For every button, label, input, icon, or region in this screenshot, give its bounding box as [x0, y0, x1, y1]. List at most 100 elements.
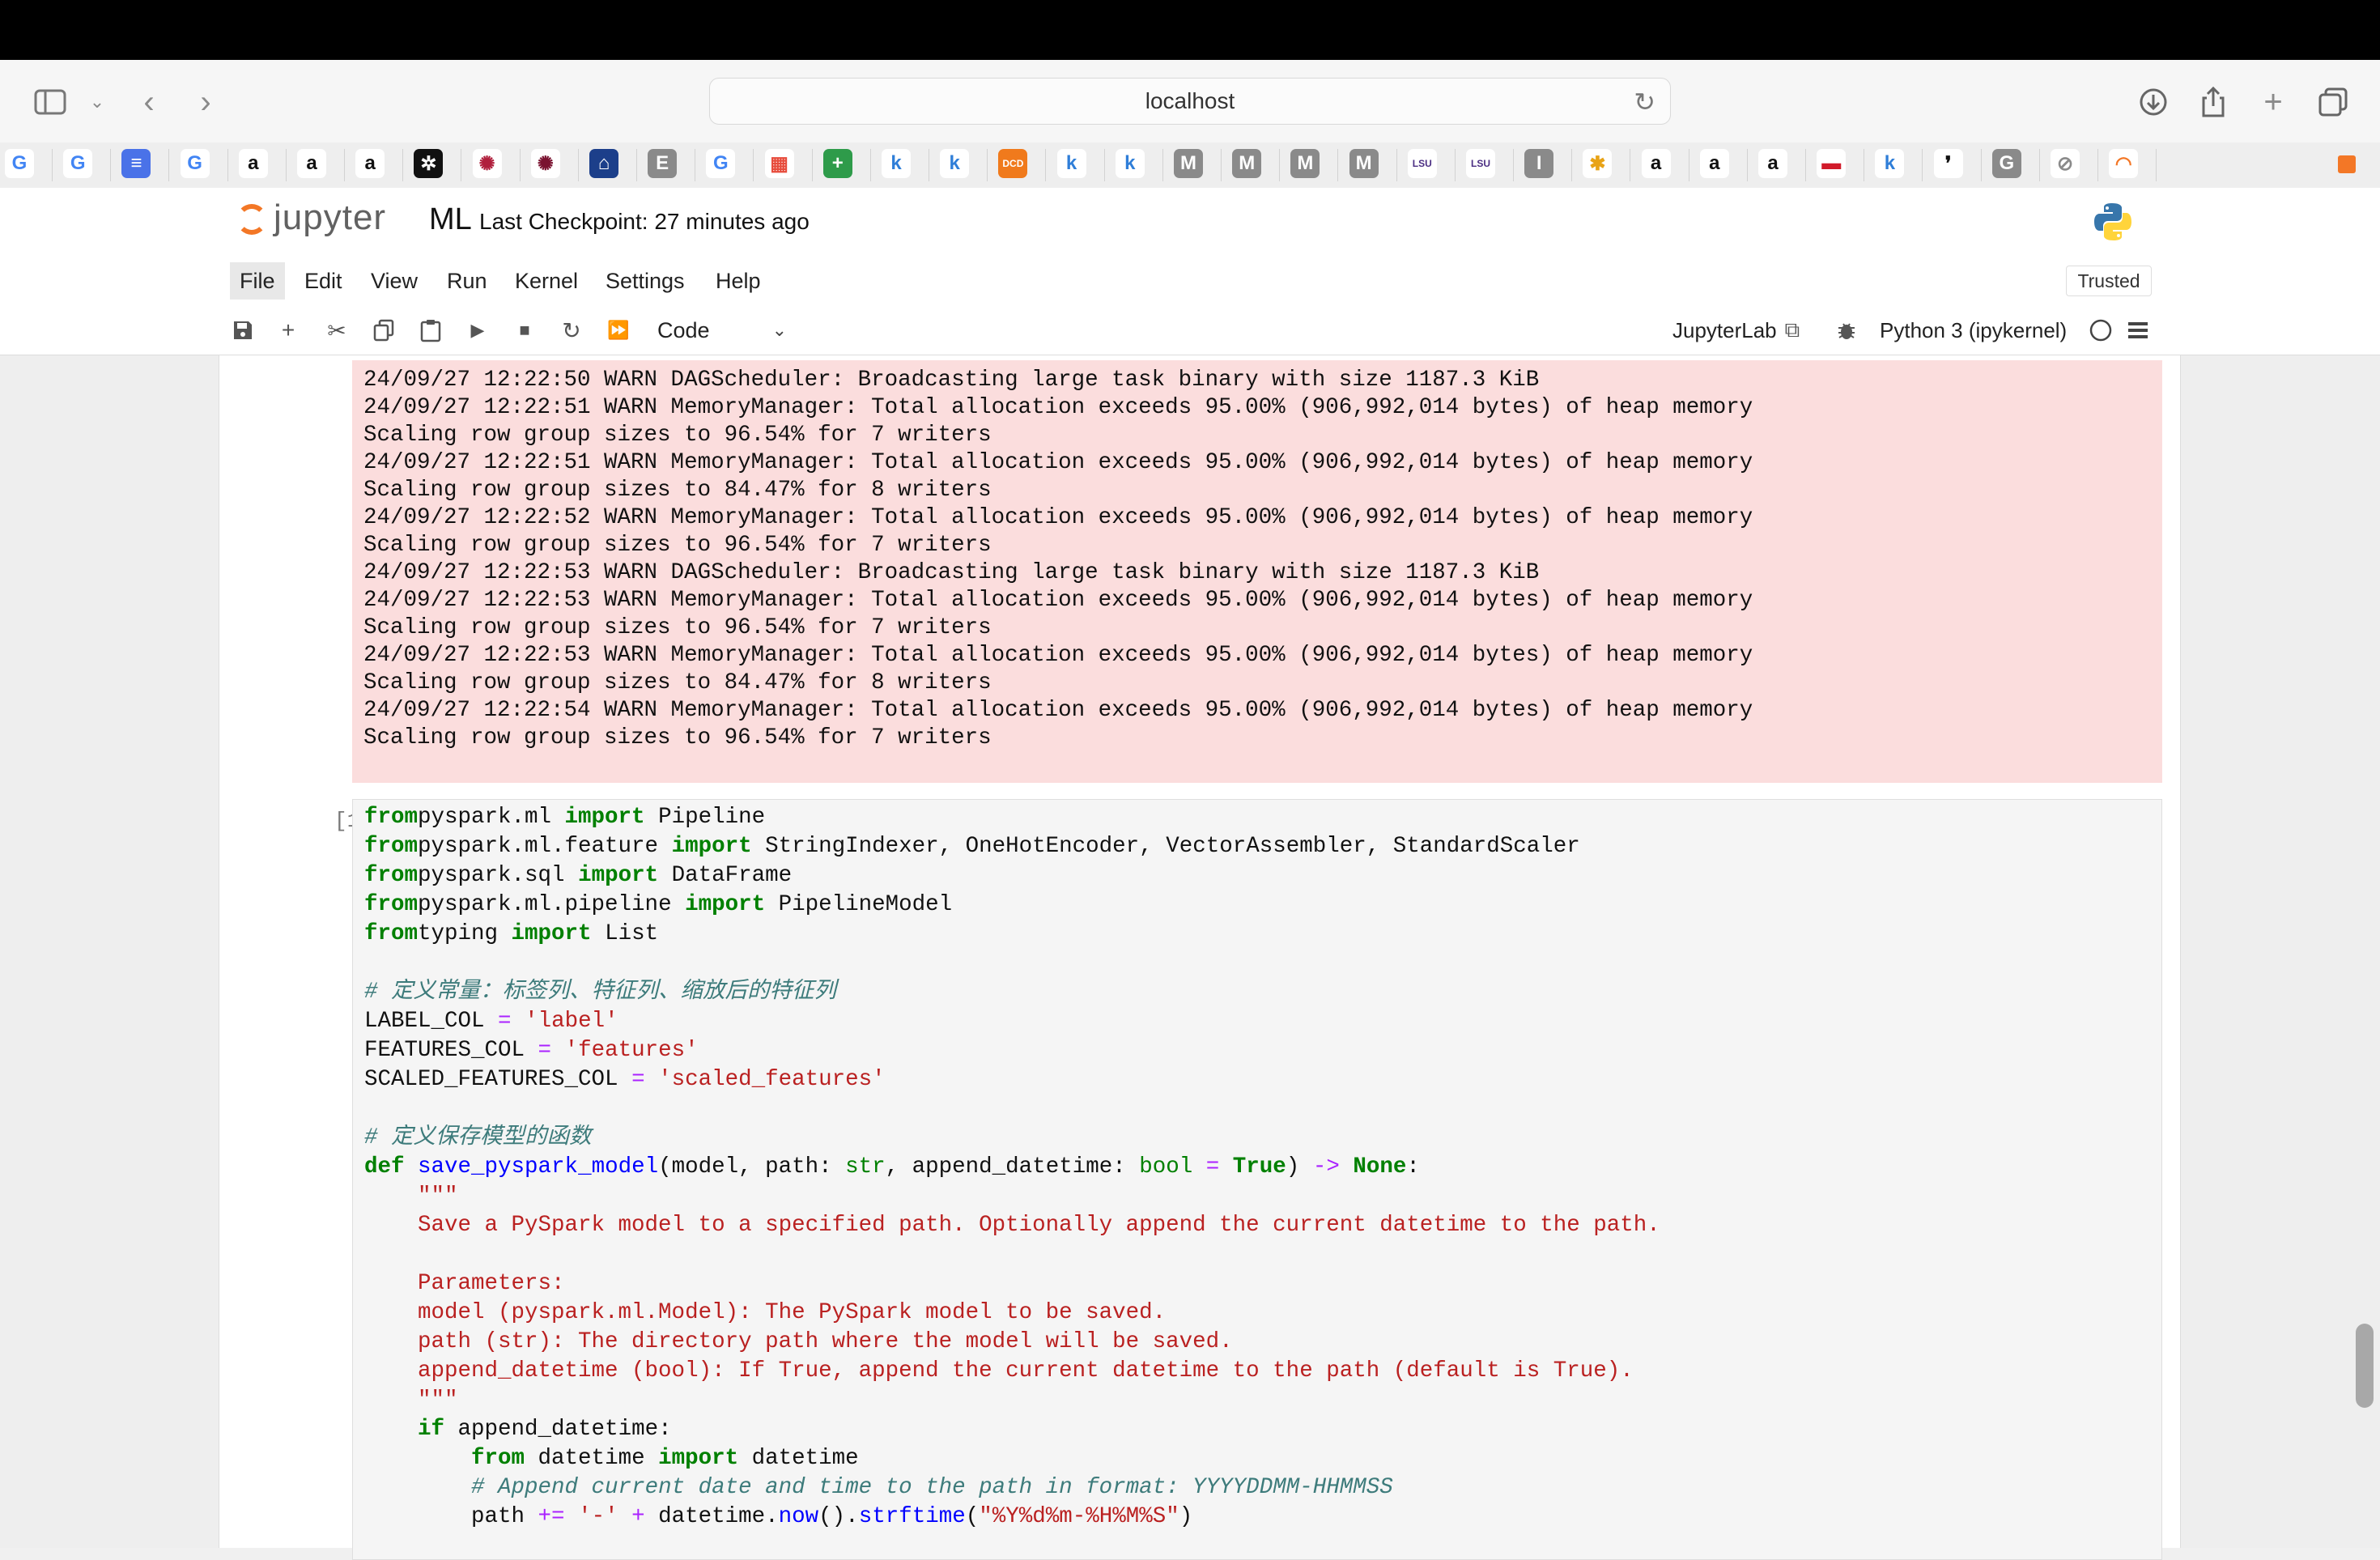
favorite-icon[interactable]: ⌂ — [589, 149, 618, 178]
trusted-indicator[interactable]: Trusted — [2066, 266, 2152, 296]
jupyter-logo[interactable]: jupyter — [236, 198, 386, 238]
share-icon[interactable] — [2194, 83, 2233, 121]
code-token: import — [671, 834, 752, 859]
favorite-icon[interactable]: a — [1699, 149, 1729, 178]
favorite-icon[interactable]: M — [1232, 149, 1262, 178]
favorite-icon[interactable]: DCD — [998, 149, 1028, 178]
code-line: frompyspark.ml.feature import StringInde… — [364, 832, 2150, 861]
favorite-icon[interactable]: I — [1524, 149, 1554, 178]
run-icon[interactable]: ▶ — [463, 316, 492, 345]
code-token: -> — [1312, 1154, 1340, 1180]
code-token: 'scaled_features' — [658, 1067, 886, 1092]
favorite-icon[interactable]: ✱ — [1583, 149, 1613, 178]
back-icon[interactable]: ‹ — [130, 83, 168, 121]
favorite-icon[interactable]: LSU — [1466, 149, 1495, 178]
output-line: Scaling row group sizes to 84.47% for 8 … — [363, 478, 992, 503]
stop-icon[interactable]: ■ — [510, 316, 539, 345]
code-line: frompyspark.ml.pipeline import PipelineM… — [364, 891, 2150, 920]
favorite-icon[interactable]: k — [882, 149, 911, 178]
code-token: append_datetime: — [444, 1417, 672, 1442]
menu-edit[interactable]: Edit — [295, 262, 352, 300]
favorite-icon[interactable]: ⊘ — [2051, 149, 2080, 178]
code-line: Save a PySpark model to a specified path… — [364, 1211, 2150, 1240]
favorite-icon[interactable]: M — [1174, 149, 1203, 178]
favorite-icon[interactable]: ◠ — [2109, 149, 2139, 178]
favorite-icon[interactable]: G — [63, 149, 93, 178]
address-bar[interactable]: localhost ↻ — [709, 78, 1671, 125]
favorite-icon[interactable]: + — [822, 149, 852, 178]
favorite-icon[interactable]: ✲ — [414, 149, 444, 178]
favorite-icon[interactable]: k — [1875, 149, 1905, 178]
add-cell-icon[interactable]: + — [274, 316, 303, 345]
favorite-icon[interactable]: ≡ — [121, 149, 151, 178]
copy-icon[interactable] — [369, 316, 398, 345]
code-token: import — [685, 892, 766, 917]
forward-icon[interactable]: › — [186, 83, 225, 121]
favorite-icon[interactable]: G — [1991, 149, 2021, 178]
favorite-icon[interactable]: ✺ — [472, 149, 502, 178]
downloads-icon[interactable] — [2134, 83, 2173, 121]
menu-file[interactable]: File — [230, 262, 285, 300]
cut-icon[interactable]: ✂ — [322, 316, 351, 345]
tab-overview-icon[interactable] — [2314, 83, 2352, 121]
reload-icon[interactable]: ↻ — [1634, 87, 1655, 117]
favorite-icon[interactable]: G — [5, 149, 34, 178]
fast-forward-icon[interactable]: ⏩ — [604, 316, 633, 345]
favorite-icon[interactable]: M — [1349, 149, 1379, 178]
code-token: now — [778, 1504, 819, 1529]
favorite-icon[interactable]: k — [940, 149, 970, 178]
menu-settings[interactable]: Settings — [596, 262, 695, 300]
cell-type-select[interactable]: Code ⌄ — [657, 314, 787, 346]
menu-run[interactable]: Run — [437, 262, 497, 300]
menu-icon[interactable] — [2127, 316, 2148, 345]
favorite-icon[interactable]: ✺ — [530, 149, 560, 178]
favorites-separator — [1162, 149, 1163, 181]
open-jupyterlab-link[interactable]: JupyterLab ⧉ — [1672, 316, 1800, 345]
menu-kernel[interactable]: Kernel — [505, 262, 588, 300]
menu-help[interactable]: Help — [706, 262, 771, 300]
output-line: Scaling row group sizes to 96.54% for 7 … — [363, 423, 992, 448]
favorite-icon[interactable]: a — [297, 149, 326, 178]
favorite-icon[interactable]: a — [355, 149, 385, 178]
code-token: import — [658, 1446, 739, 1471]
restart-icon[interactable]: ↻ — [557, 316, 586, 345]
output-line: 24/09/27 12:22:50 WARN DAGScheduler: Bro… — [363, 368, 1540, 393]
new-tab-icon[interactable]: + — [2254, 83, 2293, 121]
favorites-separator — [577, 149, 579, 181]
output-line: 24/09/27 12:22:52 WARN MemoryManager: To… — [363, 505, 1753, 530]
code-token: # Append current date and time to the pa… — [471, 1475, 1393, 1500]
favorite-icon[interactable]: ▬ — [1817, 149, 1847, 178]
favorite-icon[interactable]: G — [706, 149, 736, 178]
code-cell-editor[interactable]: frompyspark.ml import Pipeline frompyspar… — [352, 799, 2162, 1560]
favorite-icon[interactable]: ❜ — [1933, 149, 1963, 178]
code-token: PipelineModel — [765, 892, 953, 917]
code-line: frompyspark.sql import DataFrame — [364, 861, 2150, 891]
kernel-name[interactable]: Python 3 (ipykernel) — [1880, 316, 2067, 345]
code-token: bool — [1139, 1154, 1193, 1180]
favorite-icon[interactable]: a — [238, 149, 268, 178]
favorite-icon[interactable]: k — [1115, 149, 1145, 178]
paste-icon[interactable] — [416, 316, 445, 345]
code-token: from — [471, 1446, 525, 1471]
menu-view[interactable]: View — [361, 262, 427, 300]
sidebar-toggle-icon[interactable] — [31, 83, 70, 121]
favorite-icon[interactable]: a — [1758, 149, 1787, 178]
favorite-icon[interactable]: LSU — [1407, 149, 1437, 178]
debugger-icon[interactable] — [1836, 316, 1857, 345]
favorites-separator — [1221, 149, 1222, 181]
notebook-name[interactable]: ML — [429, 202, 472, 237]
scrollbar-thumb[interactable] — [2356, 1324, 2374, 1408]
output-line: 24/09/27 12:22:53 WARN MemoryManager: To… — [363, 588, 1753, 613]
favorite-icon[interactable]: E — [648, 149, 678, 178]
favorite-icon[interactable]: ▦ — [764, 149, 794, 178]
favorite-icon[interactable]: a — [1641, 149, 1671, 178]
code-token: List — [591, 921, 659, 946]
code-token: '-' — [578, 1504, 618, 1529]
save-icon[interactable] — [228, 316, 257, 345]
favorite-icon[interactable]: M — [1290, 149, 1320, 178]
favorite-icon[interactable]: k — [1056, 149, 1086, 178]
code-line: Parameters: — [364, 1269, 2150, 1299]
chevron-down-icon[interactable]: ⌄ — [78, 83, 117, 121]
favorite-icon[interactable]: G — [180, 149, 210, 178]
